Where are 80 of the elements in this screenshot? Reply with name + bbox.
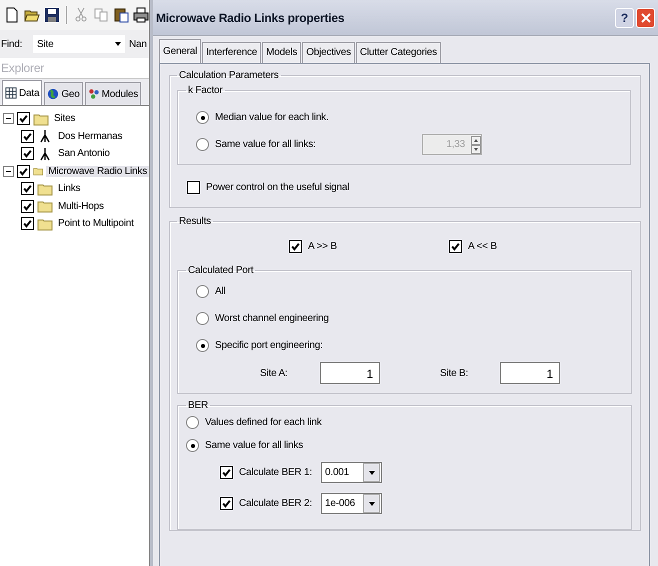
option-label: Same value for all links: bbox=[215, 139, 316, 150]
name-label: Nan bbox=[129, 38, 147, 50]
tree-item[interactable]: Links bbox=[56, 183, 82, 194]
site-label: Site A: bbox=[260, 368, 289, 378]
table-icon bbox=[5, 87, 17, 99]
option-label: All bbox=[215, 286, 226, 297]
group-title: k Factor bbox=[187, 85, 224, 96]
group-title: Calculation Parameters bbox=[178, 70, 280, 81]
checkbox[interactable] bbox=[21, 182, 34, 196]
collapse-toggle[interactable] bbox=[3, 113, 14, 124]
option-label: Worst channel engineering bbox=[215, 313, 329, 324]
folder-icon bbox=[37, 199, 53, 214]
close-button[interactable] bbox=[636, 8, 655, 28]
tab[interactable]: Objectives bbox=[302, 42, 355, 63]
group-title: BER bbox=[187, 400, 209, 411]
option-label: Values defined for each link bbox=[205, 417, 322, 428]
radio-button[interactable] bbox=[196, 339, 209, 352]
radio-button[interactable] bbox=[196, 312, 209, 325]
radio-button[interactable] bbox=[196, 111, 209, 124]
tab[interactable]: General bbox=[159, 39, 202, 63]
checkbox[interactable] bbox=[187, 180, 200, 194]
folder-icon bbox=[33, 112, 49, 126]
option-label: Median value for each link. bbox=[215, 112, 329, 123]
window-title: Microwave Radio Links properties bbox=[156, 10, 346, 24]
help-button[interactable]: ? bbox=[615, 8, 634, 28]
folder-icon bbox=[37, 216, 53, 231]
modules-icon bbox=[88, 88, 100, 100]
checkbox-label: A >> B bbox=[308, 240, 337, 252]
option-label: Specific port engineering: bbox=[215, 340, 323, 351]
checkbox[interactable] bbox=[17, 112, 30, 126]
folder-icon bbox=[37, 182, 53, 196]
caret-icon bbox=[368, 500, 376, 508]
tree-item[interactable]: Microwave Radio Links bbox=[46, 166, 149, 177]
tree-item[interactable]: Dos Hermanas bbox=[56, 130, 124, 142]
checkbox[interactable] bbox=[220, 466, 233, 479]
explorer-tab[interactable]: Modules bbox=[84, 82, 142, 105]
checkbox[interactable] bbox=[17, 164, 30, 178]
tree-item[interactable]: San Antonio bbox=[56, 148, 112, 160]
globe-icon bbox=[47, 88, 60, 100]
site-label: Site B: bbox=[440, 368, 470, 378]
number-field[interactable]: 1 bbox=[320, 362, 380, 384]
checkbox[interactable] bbox=[21, 217, 34, 230]
checkbox[interactable] bbox=[21, 130, 34, 143]
group-title: Calculated Port bbox=[187, 265, 254, 276]
caret-icon bbox=[114, 40, 122, 48]
find-dropdown[interactable]: Site bbox=[33, 35, 125, 53]
explorer-tab[interactable]: Data bbox=[2, 80, 42, 105]
new-document-icon[interactable] bbox=[4, 7, 20, 23]
tree-item[interactable]: Sites bbox=[52, 113, 78, 124]
tab[interactable]: Clutter Categories bbox=[356, 42, 441, 63]
tab[interactable]: Interference bbox=[202, 42, 262, 63]
radio-button[interactable] bbox=[186, 439, 199, 452]
save-icon[interactable] bbox=[44, 7, 60, 23]
value-dropdown[interactable]: 0.001 bbox=[321, 462, 382, 483]
group-title: Results bbox=[178, 216, 212, 227]
radio-button[interactable] bbox=[196, 285, 209, 298]
checkbox-label: Calculate BER 1: bbox=[239, 467, 313, 478]
tree-item[interactable]: Point to Multipoint bbox=[56, 218, 136, 230]
caret-icon bbox=[368, 468, 376, 476]
checkbox-label: A << B bbox=[468, 240, 497, 252]
tab[interactable]: Models bbox=[262, 42, 302, 63]
print-icon[interactable] bbox=[133, 7, 149, 23]
radio-button[interactable] bbox=[196, 138, 209, 151]
collapse-toggle[interactable] bbox=[3, 166, 14, 177]
option-label: Same value for all links bbox=[205, 440, 304, 451]
close-icon bbox=[640, 12, 652, 24]
checkbox[interactable] bbox=[21, 200, 34, 213]
checkbox-label: Power control on the useful signal bbox=[206, 182, 350, 192]
number-field[interactable]: 1 bbox=[500, 362, 560, 384]
value-dropdown[interactable]: 1e-006 bbox=[321, 493, 382, 514]
checkbox-label: Calculate BER 2: bbox=[239, 498, 313, 509]
checkbox[interactable] bbox=[449, 240, 462, 252]
tree-item[interactable]: Multi-Hops bbox=[56, 200, 106, 212]
find-label: Find: bbox=[1, 38, 24, 50]
paste-icon[interactable] bbox=[113, 7, 129, 23]
explorer-tab[interactable]: Geo bbox=[44, 82, 83, 105]
checkbox[interactable] bbox=[289, 240, 302, 252]
radio-button[interactable] bbox=[186, 416, 199, 429]
checkbox[interactable] bbox=[220, 497, 233, 510]
checkbox[interactable] bbox=[21, 147, 34, 160]
